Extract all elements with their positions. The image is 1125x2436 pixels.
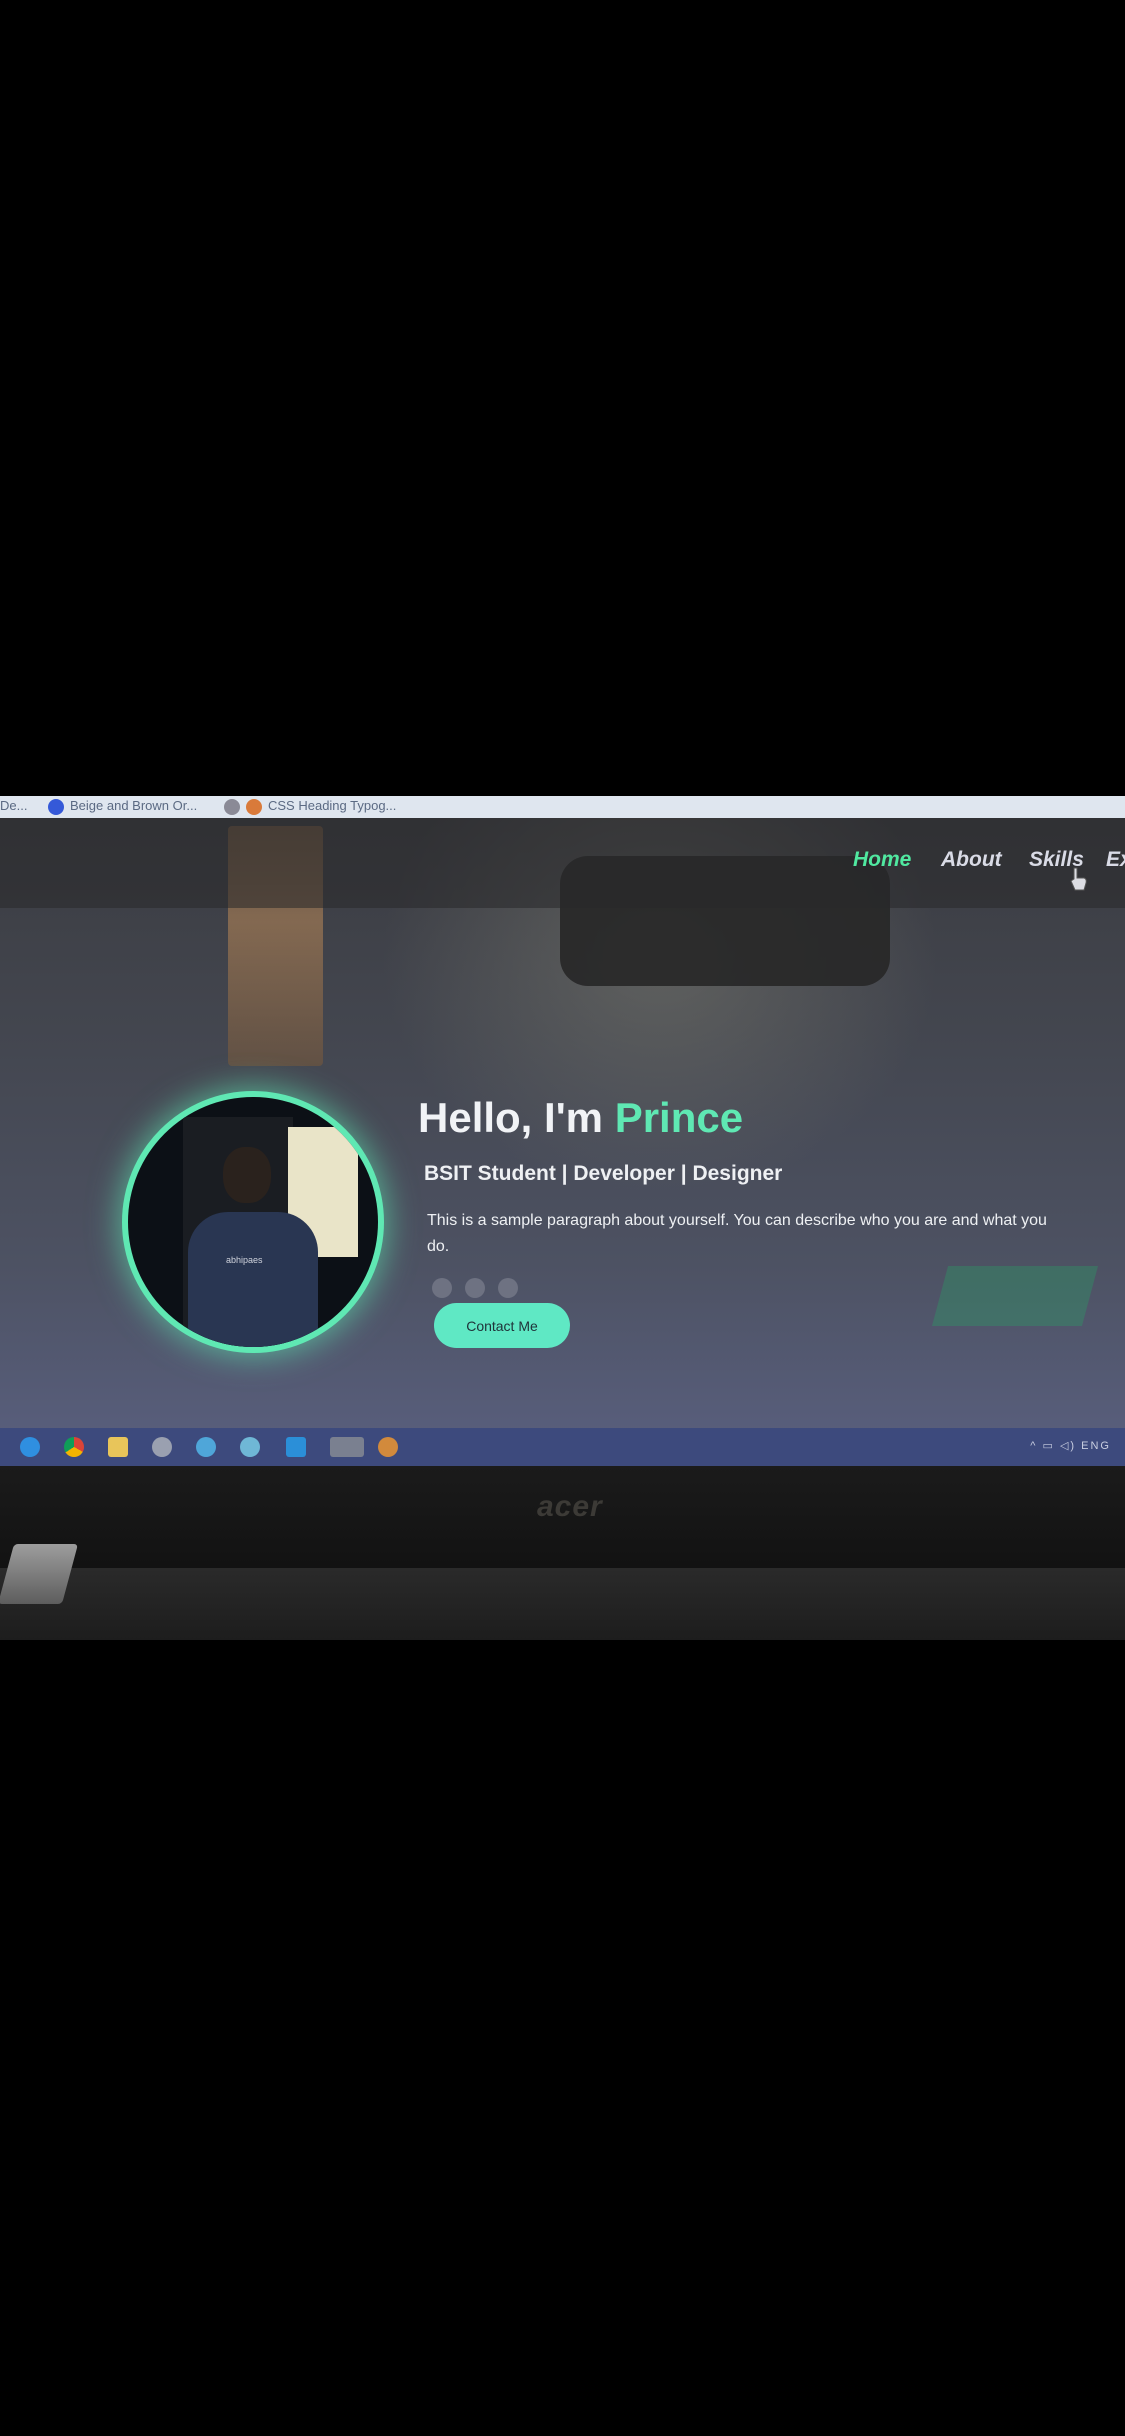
app-icon[interactable]	[196, 1437, 216, 1457]
nav-home[interactable]: Home	[853, 848, 911, 872]
reflection	[931, 1266, 1099, 1326]
laptop-base	[0, 1568, 1125, 1640]
hand-cursor-icon	[1070, 867, 1087, 891]
browser-tab[interactable]: CSS Heading Typog...	[224, 798, 396, 815]
social-icon[interactable]	[432, 1278, 452, 1298]
hero-name: Prince	[614, 1094, 744, 1141]
app-icon[interactable]	[240, 1437, 260, 1457]
tab-favicon-icon	[48, 798, 64, 815]
tab-favicon-icon	[246, 798, 262, 815]
browser-tab[interactable]: De...	[0, 798, 27, 813]
social-icon[interactable]	[465, 1278, 485, 1298]
laptop-brand: acer	[537, 1490, 603, 1523]
shirt-text: abhipaes	[226, 1255, 263, 1265]
hero-subtitle: BSIT Student | Developer | Designer	[424, 1162, 783, 1185]
social-icon[interactable]	[498, 1278, 518, 1298]
nav-about[interactable]: About	[941, 848, 1002, 872]
media-player-icon[interactable]	[152, 1437, 172, 1457]
windows-taskbar: ^ ▭ ◁) ENG	[0, 1428, 1125, 1466]
tab-favicon-icon	[224, 798, 240, 815]
contact-me-button[interactable]: Contact Me	[434, 1303, 570, 1348]
file-explorer-icon[interactable]	[108, 1437, 128, 1457]
nav-experience[interactable]: Ex	[1106, 848, 1125, 872]
vscode-icon[interactable]	[286, 1437, 306, 1457]
chrome-icon[interactable]	[64, 1437, 84, 1457]
app-icon[interactable]	[378, 1437, 398, 1457]
hero-description: This is a sample paragraph about yoursel…	[427, 1212, 1047, 1255]
browser-tab-bar: De... Beige and Brown Or... CSS Heading …	[0, 796, 1125, 818]
system-tray[interactable]: ^ ▭ ◁) ENG	[1030, 1439, 1111, 1452]
browser-tab[interactable]: Beige and Brown Or...	[48, 798, 197, 815]
site-navbar: Home About Skills Ex	[0, 818, 1125, 908]
browser-icon[interactable]	[330, 1437, 364, 1457]
avatar: abhipaes	[128, 1097, 378, 1347]
edge-icon[interactable]	[20, 1437, 40, 1457]
hero-title: Hello, I'm Prince	[418, 1094, 744, 1141]
